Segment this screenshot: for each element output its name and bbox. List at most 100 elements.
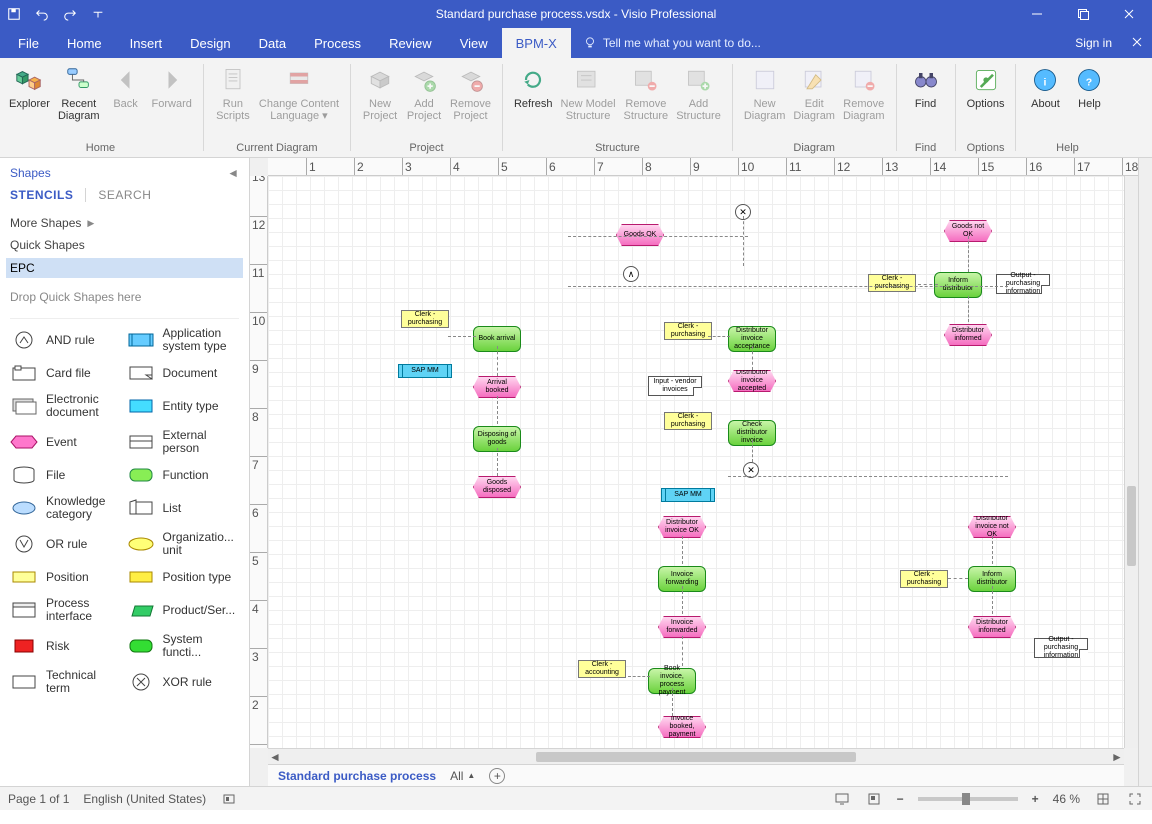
stencil-product[interactable]: Product/Ser... (127, 597, 240, 623)
drawing-canvas[interactable]: ✕Goods OKGoods not OK∧Clerk - purchasing… (268, 176, 1124, 748)
node-sys[interactable]: SAP MM (401, 364, 449, 378)
stencil-sysfunc[interactable]: System functi... (127, 633, 240, 659)
ribbon-recent-diagram[interactable]: Recent Diagram (55, 60, 103, 126)
undo-icon[interactable] (28, 0, 56, 28)
node-evt[interactable]: Distributor invoice not OK (968, 516, 1016, 538)
ribbon-help[interactable]: ?Help (1068, 60, 1110, 114)
stencil-cardfile[interactable]: Card file (10, 363, 123, 383)
function-icon (127, 465, 155, 485)
stencil-orgunit[interactable]: Organizatio... unit (127, 531, 240, 557)
node-evt[interactable]: Distributor informed (968, 616, 1016, 638)
stencil-document[interactable]: Document (127, 363, 240, 383)
stencil-and[interactable]: AND rule (10, 327, 123, 353)
sign-in-link[interactable]: Sign in (1065, 28, 1122, 58)
stencil-entity[interactable]: Entity type (127, 393, 240, 419)
scroll-left-icon[interactable]: ◄ (268, 750, 282, 764)
search-tab[interactable]: SEARCH (85, 188, 151, 202)
quick-shapes[interactable]: Quick Shapes (10, 234, 239, 256)
node-pos[interactable]: Clerk - purchasing (868, 274, 916, 292)
horizontal-scrollbar[interactable]: ◄ ► (268, 748, 1124, 764)
node-evt[interactable]: Goods OK (616, 224, 664, 246)
stencil-position[interactable]: Position (10, 567, 123, 587)
fit-window-icon[interactable] (1126, 790, 1144, 808)
ribbon-collapse-icon[interactable] (1122, 28, 1152, 56)
macro-recorder-icon[interactable] (220, 790, 238, 808)
tab-data[interactable]: Data (245, 28, 300, 58)
zoom-in-button[interactable]: + (1032, 792, 1039, 806)
status-language[interactable]: English (United States) (83, 792, 206, 806)
stencil-epc[interactable]: EPC (6, 258, 243, 278)
presentation-mode-icon[interactable] (833, 790, 851, 808)
stencil-xor[interactable]: XOR rule (127, 669, 240, 695)
node-evt[interactable]: Distributor invoice OK (658, 516, 706, 538)
fit-page-icon[interactable] (1094, 790, 1112, 808)
ribbon-add-project: Add Project (403, 60, 445, 126)
tab-bpmx[interactable]: BPM-X (502, 28, 571, 58)
stencil-event[interactable]: Event (10, 429, 123, 455)
zoom-slider[interactable] (918, 797, 1018, 801)
node-gate[interactable]: ∧ (623, 266, 639, 282)
zoom-out-button[interactable]: − (897, 792, 904, 806)
close-icon[interactable] (1106, 0, 1152, 28)
ribbon-new-project: New Project (359, 60, 401, 126)
node-pos[interactable]: Clerk - purchasing (664, 322, 712, 340)
node-evt[interactable]: Invoice forwarded (658, 616, 706, 638)
qa-customize-icon[interactable] (84, 0, 112, 28)
ribbon-options[interactable]: Options (964, 60, 1008, 114)
node-evt[interactable]: Arrival booked (473, 376, 521, 398)
scroll-right-icon[interactable]: ► (1110, 750, 1124, 764)
tab-review[interactable]: Review (375, 28, 446, 58)
node-evt[interactable]: Invoice booked, payment (658, 716, 706, 738)
page-tab-all[interactable]: All ▲ (450, 769, 475, 783)
more-shapes[interactable]: More Shapes▶ (10, 212, 239, 234)
ribbon-find[interactable]: Find (905, 60, 947, 114)
tell-me[interactable]: Tell me what you want to do... (571, 28, 761, 58)
stencil-postype[interactable]: Position type (127, 567, 240, 587)
node-pos[interactable]: Clerk - accounting (578, 660, 626, 678)
tab-insert[interactable]: Insert (116, 28, 177, 58)
stencil-procif[interactable]: Process interface (10, 597, 123, 623)
node-sys[interactable]: SAP MM (664, 488, 712, 502)
tab-home[interactable]: Home (53, 28, 116, 58)
node-pos[interactable]: Clerk - purchasing (900, 570, 948, 588)
node-evt[interactable]: Goods disposed (473, 476, 521, 498)
stencil-apptype[interactable]: Application system type (127, 327, 240, 353)
stencil-extperson[interactable]: External person (127, 429, 240, 455)
techterm-icon (10, 672, 38, 692)
node-doc[interactable]: Input - vendor invoices (648, 376, 702, 396)
stencil-file[interactable]: File (10, 465, 123, 485)
stencil-function[interactable]: Function (127, 465, 240, 485)
node-evt[interactable]: Distributor invoice accepted (728, 370, 776, 392)
node-func[interactable]: Inform distributor (934, 272, 982, 298)
minimize-icon[interactable] (1014, 0, 1060, 28)
stencil-risk[interactable]: Risk (10, 633, 123, 659)
node-evt[interactable]: Distributor informed (944, 324, 992, 346)
redo-icon[interactable] (56, 0, 84, 28)
node-pos[interactable]: Clerk - purchasing (401, 310, 449, 328)
node-doc[interactable]: Output - purchasing information (1034, 638, 1088, 658)
stencil-or[interactable]: OR rule (10, 531, 123, 557)
pan-zoom-icon[interactable] (865, 790, 883, 808)
stencil-techterm[interactable]: Technical term (10, 669, 123, 695)
stencils-tab[interactable]: STENCILS (10, 188, 73, 202)
save-icon[interactable] (0, 0, 28, 28)
tab-design[interactable]: Design (176, 28, 244, 58)
node-pos[interactable]: Clerk - purchasing (664, 412, 712, 430)
position-icon (10, 567, 38, 587)
tab-view[interactable]: View (446, 28, 502, 58)
add-page-button[interactable]: + (489, 768, 505, 784)
page-tab-active[interactable]: Standard purchase process (278, 769, 436, 783)
vertical-scrollbar[interactable] (1124, 176, 1138, 748)
stencil-edoc[interactable]: Electronic document (10, 393, 123, 419)
node-doc[interactable]: Output - purchasing information (996, 274, 1050, 294)
stencil-list[interactable]: List (127, 495, 240, 521)
tab-process[interactable]: Process (300, 28, 375, 58)
stencil-knowledge[interactable]: Knowledge category (10, 495, 123, 521)
maximize-icon[interactable] (1060, 0, 1106, 28)
shapes-collapse-icon[interactable]: ◄ (227, 166, 239, 180)
tab-file[interactable]: File (4, 28, 53, 58)
ribbon-refresh[interactable]: Refresh (511, 60, 556, 114)
zoom-level[interactable]: 46 % (1053, 792, 1080, 806)
ribbon-explorer[interactable]: Explorer (6, 60, 53, 114)
ribbon-about[interactable]: iAbout (1024, 60, 1066, 114)
